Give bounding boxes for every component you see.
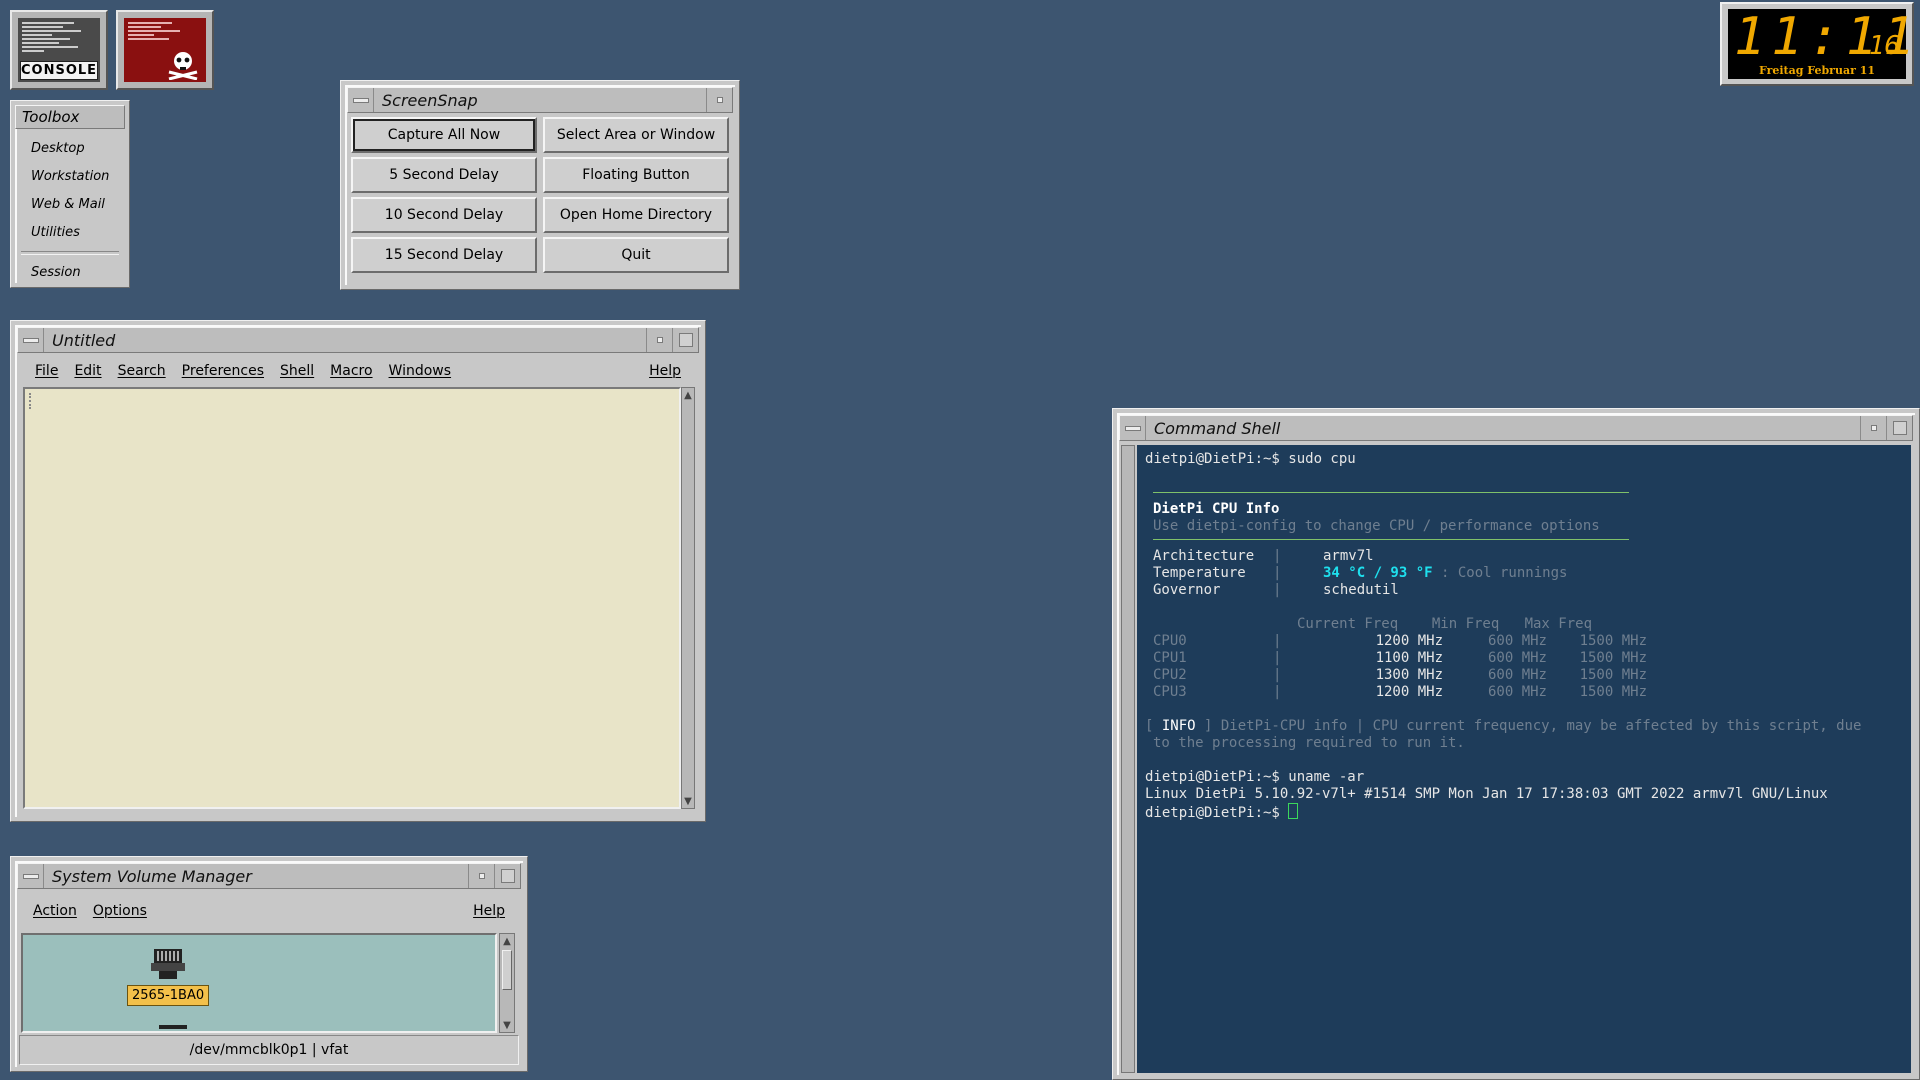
volume-list-scrollbar[interactable]: ▲ ▼ [499, 933, 515, 1033]
terminal-line: dietpi@DietPi:~$ uname -ar [1145, 769, 1365, 785]
cpu-row: CPU0 | 1200 MHz 600 MHz 1500 MHz [1153, 633, 1647, 649]
menu-shell[interactable]: Shell [272, 363, 322, 379]
volume-manager-window: System Volume Manager Action Options Hel… [10, 856, 528, 1072]
terminal-scrollbar[interactable] [1121, 445, 1135, 1073]
menu-options[interactable]: Options [85, 903, 155, 919]
scroll-down-icon[interactable]: ▼ [682, 794, 694, 808]
menu-help[interactable]: Help [641, 363, 689, 379]
text-cursor [29, 393, 33, 409]
menu-search[interactable]: Search [110, 363, 174, 379]
scroll-up-icon[interactable]: ▲ [500, 934, 514, 948]
editor-vertical-scrollbar[interactable]: ▲ ▼ [681, 387, 695, 809]
terminal-output[interactable]: dietpi@DietPi:~$ sudo cpu DietPi CPU Inf… [1137, 445, 1911, 1073]
terminal-rule [1153, 492, 1629, 493]
temp-label: Temperature [1153, 565, 1246, 581]
clock-seconds: 16 [1868, 31, 1900, 61]
editor-window: Untitled File Edit Search Preferences Sh… [10, 320, 706, 822]
fifteen-second-delay-button[interactable]: 15 Second Delay [351, 237, 537, 273]
volume-manager-title: System Volume Manager [52, 866, 252, 886]
arch-value: armv7l [1323, 548, 1374, 564]
screensnap-titlebar[interactable]: ScreenSnap [347, 87, 733, 113]
capture-all-now-button[interactable]: Capture All Now [351, 117, 537, 153]
kill-launcher[interactable] [116, 10, 214, 90]
cpu-row: CPU2 | 1300 MHz 600 MHz 1500 MHz [1153, 667, 1647, 683]
skull-crossbones-icon [124, 18, 206, 82]
drive-label[interactable]: 2565-1BA0 [127, 985, 210, 1006]
minimize-icon[interactable] [646, 328, 672, 352]
info-line: [ INFO ] DietPi-CPU info | CPU current f… [1145, 718, 1862, 734]
toolbox-item-desktop[interactable]: Desktop [21, 135, 119, 163]
terminal-line: DietPi CPU Info [1153, 501, 1280, 517]
five-second-delay-button[interactable]: 5 Second Delay [351, 157, 537, 193]
window-menu-icon[interactable] [348, 88, 374, 112]
editor-title: Untitled [52, 330, 116, 350]
menu-windows[interactable]: Windows [381, 363, 460, 379]
maximize-icon[interactable] [494, 864, 520, 888]
console-label: CONSOLE [20, 61, 98, 80]
command-shell-title: Command Shell [1154, 418, 1281, 438]
drive-icon-partial [159, 1025, 187, 1029]
editor-titlebar[interactable]: Untitled [17, 327, 699, 353]
terminal-cursor [1288, 803, 1299, 819]
toolbox-title[interactable]: Toolbox [15, 105, 125, 129]
open-home-directory-button[interactable]: Open Home Directory [543, 197, 729, 233]
window-menu-icon[interactable] [18, 328, 44, 352]
toolbox-item-workstation[interactable]: Workstation [21, 163, 119, 191]
toolbox-item-utilities[interactable]: Utilities [21, 219, 119, 247]
scroll-thumb[interactable] [502, 950, 512, 990]
select-area-button[interactable]: Select Area or Window [543, 117, 729, 153]
screensnap-title: ScreenSnap [382, 90, 478, 110]
toolbox-separator [21, 251, 119, 255]
toolbox-item-session[interactable]: Session [21, 259, 119, 287]
window-menu-icon[interactable] [1120, 416, 1146, 440]
minimize-icon[interactable] [468, 864, 494, 888]
volume-manager-titlebar[interactable]: System Volume Manager [17, 863, 521, 889]
arch-label: Architecture [1153, 548, 1255, 564]
scroll-down-icon[interactable]: ▼ [500, 1018, 514, 1032]
menu-action[interactable]: Action [25, 903, 85, 919]
minimize-icon[interactable] [1860, 416, 1886, 440]
terminal-prompt-line: dietpi@DietPi:~$ [1145, 803, 1903, 821]
maximize-icon[interactable] [672, 328, 698, 352]
menu-file[interactable]: File [27, 363, 66, 379]
editor-text-area[interactable] [23, 387, 681, 809]
cpu-row: CPU1 | 1100 MHz 600 MHz 1500 MHz [1153, 650, 1647, 666]
terminal-line: dietpi@DietPi:~$ sudo cpu [1145, 451, 1356, 467]
sd-card-icon[interactable] [151, 949, 185, 979]
ten-second-delay-button[interactable]: 10 Second Delay [351, 197, 537, 233]
temp-value: 34 °C / 93 °F [1323, 565, 1433, 581]
toolbox-item-web-mail[interactable]: Web & Mail [21, 191, 119, 219]
cpu-row: CPU3 | 1200 MHz 600 MHz 1500 MHz [1153, 684, 1647, 700]
temp-note: : Cool runnings [1432, 565, 1568, 581]
window-menu-icon[interactable] [18, 864, 44, 888]
minimize-icon[interactable] [706, 88, 732, 112]
command-shell-window: Command Shell dietpi@DietPi:~$ sudo cpu … [1112, 408, 1920, 1080]
desktop-clock: 11:11 16 Freitag Februar 11 [1720, 2, 1915, 86]
terminal-rule [1153, 539, 1629, 540]
freq-header: Current Freq Min Freq Max Freq [1297, 616, 1593, 632]
scroll-up-icon[interactable]: ▲ [682, 388, 694, 402]
clock-date: Freitag Februar 11 [1758, 64, 1876, 77]
gov-value: schedutil [1323, 582, 1399, 598]
quit-button[interactable]: Quit [543, 237, 729, 273]
menu-macro[interactable]: Macro [322, 363, 380, 379]
floating-button-button[interactable]: Floating Button [543, 157, 729, 193]
volume-list: 2565-1BA0 [21, 933, 497, 1033]
terminal-line: Use dietpi-config to change CPU / perfor… [1153, 518, 1600, 534]
screensnap-window: ScreenSnap Capture All Now Select Area o… [340, 80, 740, 290]
command-shell-titlebar[interactable]: Command Shell [1119, 415, 1913, 441]
editor-menubar: File Edit Search Preferences Shell Macro… [27, 359, 689, 383]
terminal-line: Linux DietPi 5.10.92-v7l+ #1514 SMP Mon … [1145, 786, 1828, 802]
volume-manager-menubar: Action Options Help [25, 899, 513, 923]
menu-edit[interactable]: Edit [66, 363, 109, 379]
console-launcher[interactable]: CONSOLE [10, 10, 108, 90]
info-line-2: to the processing required to run it. [1153, 735, 1465, 751]
toolbox-window: Toolbox Desktop Workstation Web & Mail U… [10, 100, 130, 288]
menu-preferences[interactable]: Preferences [174, 363, 272, 379]
maximize-icon[interactable] [1886, 416, 1912, 440]
gov-label: Governor [1153, 582, 1221, 598]
menu-help[interactable]: Help [465, 903, 513, 919]
volume-status-bar: /dev/mmcblk0p1 | vfat [19, 1035, 519, 1065]
